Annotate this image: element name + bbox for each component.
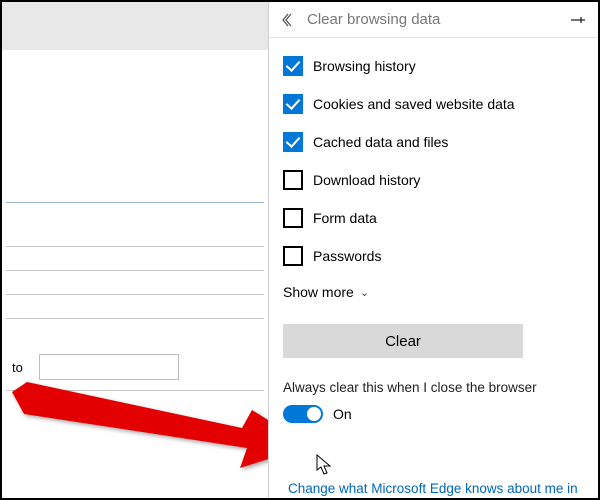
checkbox-label: Form data <box>313 210 377 226</box>
checkbox-form-data[interactable]: Form data <box>283 208 584 228</box>
checkbox-icon <box>283 56 303 76</box>
change-privacy-link[interactable]: Change what Microsoft Edge knows about m… <box>288 481 578 496</box>
checkbox-label: Cookies and saved website data <box>313 96 515 112</box>
checkbox-icon <box>283 94 303 114</box>
checkbox-icon <box>283 170 303 190</box>
back-icon[interactable] <box>281 12 297 28</box>
to-input[interactable] <box>39 354 179 380</box>
checkbox-icon <box>283 208 303 228</box>
checkbox-icon <box>283 132 303 152</box>
window-frame: to Clear browsing data Browsing history <box>0 0 600 500</box>
background-pane: to <box>2 2 268 498</box>
clear-browsing-data-panel: Clear browsing data Browsing history Coo… <box>268 2 598 498</box>
toggle-knob <box>307 407 321 421</box>
background-line <box>6 390 264 391</box>
show-more-label: Show more <box>283 284 354 300</box>
show-more-link[interactable]: Show more ⌄ <box>283 284 584 300</box>
checkbox-label: Passwords <box>313 248 381 264</box>
pin-icon[interactable] <box>570 12 586 28</box>
checkbox-cached-data[interactable]: Cached data and files <box>283 132 584 152</box>
chevron-down-icon: ⌄ <box>360 286 369 299</box>
panel-body: Browsing history Cookies and saved websi… <box>269 38 598 423</box>
checkbox-label: Cached data and files <box>313 134 448 150</box>
background-header-strip <box>2 2 268 50</box>
background-line <box>6 318 264 319</box>
panel-title: Clear browsing data <box>307 11 570 28</box>
background-divider <box>6 202 264 203</box>
checkbox-passwords[interactable]: Passwords <box>283 246 584 266</box>
checkbox-download-history[interactable]: Download history <box>283 170 584 190</box>
background-line <box>6 294 264 295</box>
panel-header: Clear browsing data <box>269 2 598 38</box>
always-clear-toggle-row: On <box>283 405 584 423</box>
checkbox-label: Download history <box>313 172 420 188</box>
checkbox-label: Browsing history <box>313 58 416 74</box>
always-clear-label: Always clear this when I close the brows… <box>283 380 584 395</box>
background-to-row: to <box>6 354 264 380</box>
background-line <box>6 270 264 271</box>
toggle-state-label: On <box>333 406 352 422</box>
to-label: to <box>6 356 29 379</box>
checkbox-icon <box>283 246 303 266</box>
checkbox-browsing-history[interactable]: Browsing history <box>283 56 584 76</box>
checkbox-cookies[interactable]: Cookies and saved website data <box>283 94 584 114</box>
clear-button[interactable]: Clear <box>283 324 523 358</box>
background-line <box>6 246 264 247</box>
always-clear-toggle[interactable] <box>283 405 323 423</box>
